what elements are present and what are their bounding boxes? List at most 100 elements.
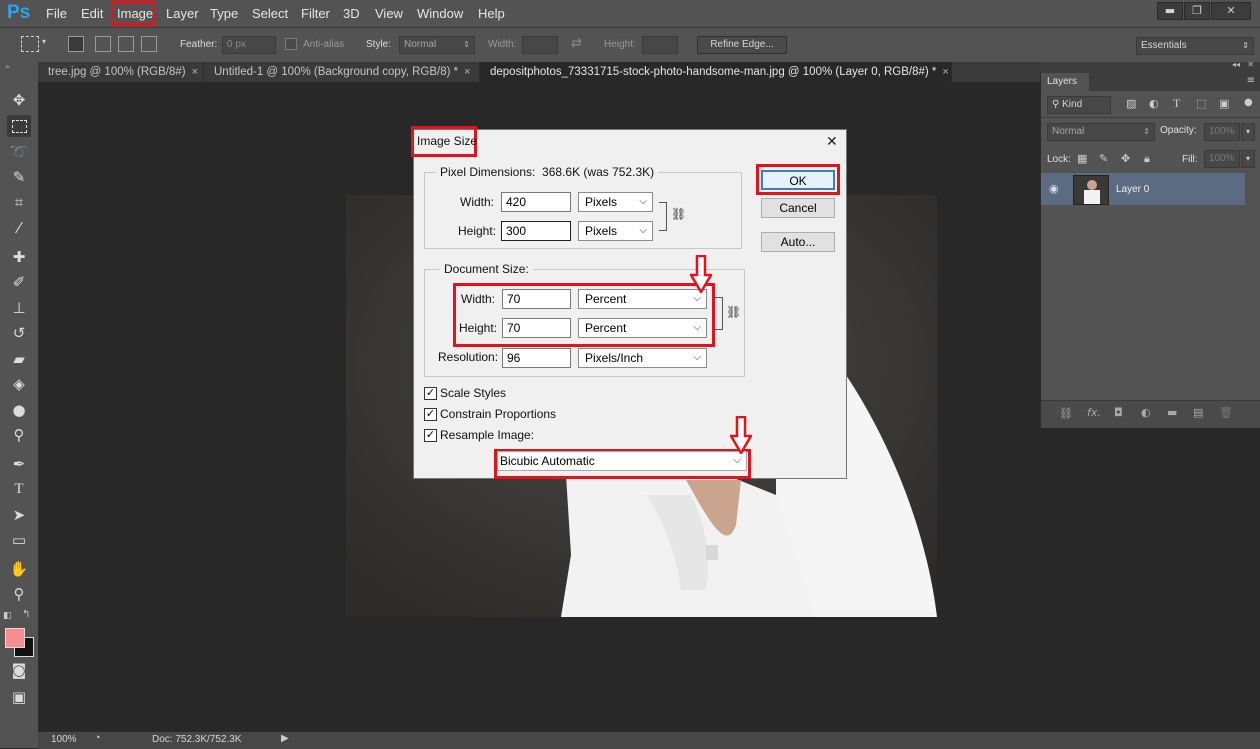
zoom-level[interactable]: 100% [51,734,77,745]
filter-shape-icon[interactable]: ⬚ [1196,97,1206,110]
workspace-select[interactable]: Essentials ⇕ [1136,37,1254,55]
px-width-input[interactable]: 420 [501,192,571,212]
add-selection-icon[interactable] [95,36,111,52]
auto-button[interactable]: Auto... [761,232,835,252]
menu-window[interactable]: Window [417,6,463,21]
move-tool-icon[interactable]: ✥ [7,89,31,111]
intersect-selection-icon[interactable] [141,36,157,52]
pen-tool-icon[interactable]: ✒ [7,453,31,475]
default-colors-icon[interactable]: ◧ [3,611,12,621]
zoom-tool-icon[interactable]: ⚲ [7,583,31,605]
style-select[interactable]: Normal ⇕ [399,36,475,54]
menu-filter[interactable]: Filter [301,6,330,21]
lock-all-icon[interactable]: 🔒︎ [1144,152,1150,166]
menu-view[interactable]: View [375,6,403,21]
swap-colors-icon[interactable]: ↰ [22,609,30,620]
px-height-input[interactable]: 300 [501,221,571,241]
px-height-unit-select[interactable]: Pixels ⌵ [578,221,653,241]
eraser-tool-icon[interactable]: ▰ [7,348,31,370]
ok-button[interactable]: OK [761,170,835,190]
marquee-tool-icon[interactable] [7,115,31,137]
fill-input[interactable]: 100% [1204,150,1240,168]
history-brush-tool-icon[interactable]: ↺ [7,322,31,344]
minimize-icon[interactable]: ▬ [1157,2,1183,20]
share-icon[interactable]: ◔ [94,732,101,744]
new-group-icon[interactable]: ▬ [1167,406,1177,419]
marquee-preset-icon[interactable] [21,36,39,52]
new-selection-icon[interactable] [68,36,84,52]
doc-height-input[interactable]: 70 [502,318,571,338]
close-tab-icon[interactable]: × [464,66,470,78]
tab-depositphotos[interactable]: depositphotos_73331715-stock-photo-hands… [480,62,952,82]
close-tab-icon[interactable]: × [192,66,198,78]
healing-brush-tool-icon[interactable]: ✚ [7,246,31,268]
paint-bucket-tool-icon[interactable]: ◈ [7,373,31,395]
filter-toggle-icon[interactable]: ● [1244,97,1253,108]
fx-icon[interactable]: fx. [1087,406,1101,419]
scale-styles-checkbox[interactable]: ✓ [424,387,437,400]
doc-width-input[interactable]: 70 [502,289,571,309]
close-window-icon[interactable]: ✕ [1211,2,1251,20]
quick-mask-icon[interactable]: ◙ [7,659,31,681]
foreground-color-swatch[interactable] [5,628,25,648]
visibility-eye-icon[interactable]: ◉ [1049,182,1059,195]
filter-smart-object-icon[interactable]: ▣ [1219,97,1229,110]
px-width-unit-select[interactable]: Pixels ⌵ [578,192,653,212]
refine-edge-button[interactable]: Refine Edge... [697,36,787,54]
fill-dropdown-icon[interactable]: ▾ [1241,150,1255,168]
brush-tool-icon[interactable]: ✐ [7,271,31,293]
tab-tree[interactable]: tree.jpg @ 100% (RGB/8#) × [38,62,204,82]
filter-kind-select[interactable]: ⚲ Kind [1047,96,1111,114]
height-input[interactable] [642,36,678,54]
collapse-icon[interactable]: » [5,62,10,71]
restore-icon[interactable]: ❐ [1184,2,1210,20]
constrain-proportions-checkbox[interactable]: ✓ [424,408,437,421]
close-panel-icon[interactable]: ✕ [1247,60,1254,69]
screen-mode-icon[interactable]: ▣ [7,686,31,708]
new-layer-icon[interactable]: ▤ [1193,406,1203,419]
preset-chevron-icon[interactable]: ▾ [42,37,46,46]
link-layers-icon[interactable]: ⛓ [1059,407,1073,420]
resolution-unit-select[interactable]: Pixels/Inch ⌵ [578,348,707,368]
lock-pixels-icon[interactable]: ✎ [1099,152,1108,165]
menu-select[interactable]: Select [252,6,288,21]
lasso-tool-icon[interactable]: ➰ [7,141,31,163]
menu-type[interactable]: Type [210,6,238,21]
filter-adjustment-icon[interactable]: ◐ [1149,97,1159,110]
eyedropper-tool-icon[interactable]: ⁄ [7,217,31,239]
adjustment-layer-icon[interactable]: ◐ [1141,406,1151,419]
subtract-selection-icon[interactable] [118,36,134,52]
clone-stamp-tool-icon[interactable]: ⊥ [7,297,31,319]
close-icon[interactable]: ✕ [826,133,838,150]
layer-row[interactable]: ◉ Layer 0 [1041,173,1245,205]
menu-image[interactable]: Image [117,6,153,21]
feather-input[interactable]: 0 px [222,36,276,54]
resample-image-checkbox[interactable]: ✓ [424,429,437,442]
lock-transparency-icon[interactable]: ▦ [1077,152,1087,165]
filter-pixel-icon[interactable]: ▨ [1126,97,1136,110]
quick-selection-tool-icon[interactable]: ✎ [7,166,31,188]
collapse-panels-icon[interactable]: ◂◂ [1232,60,1240,69]
blend-mode-select[interactable]: Normal ⇕ [1047,123,1155,141]
opacity-input[interactable]: 100% [1204,123,1240,141]
hand-tool-icon[interactable]: ✋ [7,558,31,580]
menu-help[interactable]: Help [478,6,505,21]
resolution-input[interactable]: 96 [502,348,571,368]
panel-menu-icon[interactable]: ≡ [1247,75,1255,86]
cancel-button[interactable]: Cancel [761,198,835,218]
filter-type-icon[interactable]: T [1173,96,1180,111]
rectangle-tool-icon[interactable]: ▭ [7,529,31,551]
menu-3d[interactable]: 3D [343,6,360,21]
lock-position-icon[interactable]: ✥ [1121,152,1130,165]
dodge-tool-icon[interactable]: ⚲ [7,424,31,446]
tab-untitled[interactable]: Untitled-1 @ 100% (Background copy, RGB/… [204,62,480,82]
menu-file[interactable]: File [46,6,67,21]
path-selection-tool-icon[interactable]: ➤ [7,504,31,526]
blur-tool-icon[interactable]: ● [7,399,31,421]
doc-height-unit-select[interactable]: Percent ⌵ [578,318,707,338]
close-tab-icon[interactable]: × [942,66,948,78]
crop-tool-icon[interactable]: ⌗ [7,191,31,213]
tab-layers[interactable]: Layers [1041,73,1089,91]
menu-edit[interactable]: Edit [81,6,103,21]
opacity-dropdown-icon[interactable]: ▾ [1241,123,1255,141]
